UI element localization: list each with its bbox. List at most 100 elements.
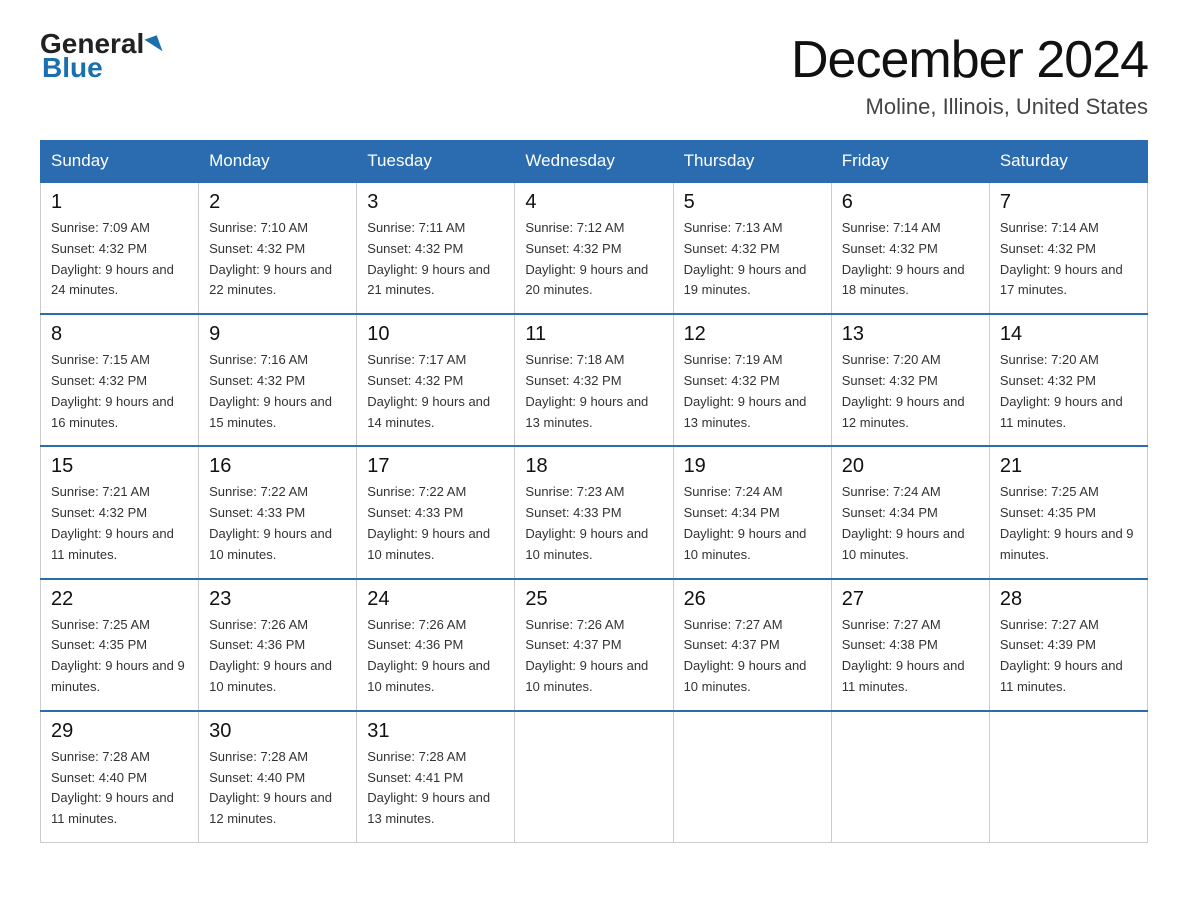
calendar-week-1: 1 Sunrise: 7:09 AMSunset: 4:32 PMDaylight… [41, 182, 1148, 314]
day-info: Sunrise: 7:25 AMSunset: 4:35 PMDaylight:… [1000, 482, 1137, 565]
day-info: Sunrise: 7:11 AMSunset: 4:32 PMDaylight:… [367, 218, 504, 301]
day-number: 8 [51, 323, 188, 346]
calendar-day-25: 25 Sunrise: 7:26 AMSunset: 4:37 PMDayligh… [515, 579, 673, 711]
empty-cell [989, 711, 1147, 843]
day-info: Sunrise: 7:27 AMSunset: 4:37 PMDaylight:… [684, 615, 821, 698]
calendar-week-2: 8 Sunrise: 7:15 AMSunset: 4:32 PMDaylight… [41, 314, 1148, 446]
calendar-day-11: 11Sunrise: 7:18 AMSunset: 4:32 PMDayligh… [515, 314, 673, 446]
calendar-table: SundayMondayTuesdayWednesdayThursdayFrid… [40, 140, 1148, 843]
calendar-day-10: 10 Sunrise: 7:17 AMSunset: 4:32 PMDayligh… [357, 314, 515, 446]
day-number: 1 [51, 191, 188, 214]
calendar-day-4: 4 Sunrise: 7:12 AMSunset: 4:32 PMDaylight… [515, 182, 673, 314]
day-number: 10 [367, 323, 504, 346]
calendar-week-3: 15 Sunrise: 7:21 AMSunset: 4:32 PMDayligh… [41, 446, 1148, 578]
weekday-header-thursday: Thursday [673, 141, 831, 183]
day-info: Sunrise: 7:21 AMSunset: 4:32 PMDaylight:… [51, 482, 188, 565]
calendar-day-26: 26 Sunrise: 7:27 AMSunset: 4:37 PMDayligh… [673, 579, 831, 711]
calendar-day-12: 12 Sunrise: 7:19 AMSunset: 4:32 PMDayligh… [673, 314, 831, 446]
day-info: Sunrise: 7:10 AMSunset: 4:32 PMDaylight:… [209, 218, 346, 301]
weekday-header-wednesday: Wednesday [515, 141, 673, 183]
day-info: Sunrise: 7:15 AMSunset: 4:32 PMDaylight:… [51, 350, 188, 433]
day-number: 7 [1000, 191, 1137, 214]
logo-arrow-icon [145, 35, 163, 55]
calendar-day-5: 5Sunrise: 7:13 AMSunset: 4:32 PMDaylight… [673, 182, 831, 314]
day-info: Sunrise: 7:23 AMSunset: 4:33 PMDaylight:… [525, 482, 662, 565]
day-number: 18 [525, 455, 662, 478]
day-info: Sunrise: 7:22 AMSunset: 4:33 PMDaylight:… [367, 482, 504, 565]
day-info: Sunrise: 7:26 AMSunset: 4:37 PMDaylight:… [525, 615, 662, 698]
day-info: Sunrise: 7:28 AMSunset: 4:40 PMDaylight:… [51, 747, 188, 830]
empty-cell [515, 711, 673, 843]
weekday-header-saturday: Saturday [989, 141, 1147, 183]
day-number: 23 [209, 588, 346, 611]
calendar-day-6: 6 Sunrise: 7:14 AMSunset: 4:32 PMDaylight… [831, 182, 989, 314]
day-info: Sunrise: 7:17 AMSunset: 4:32 PMDaylight:… [367, 350, 504, 433]
calendar-day-29: 29 Sunrise: 7:28 AMSunset: 4:40 PMDayligh… [41, 711, 199, 843]
logo-blue: Blue [42, 52, 103, 84]
calendar-day-21: 21 Sunrise: 7:25 AMSunset: 4:35 PMDayligh… [989, 446, 1147, 578]
day-info: Sunrise: 7:27 AMSunset: 4:38 PMDaylight:… [842, 615, 979, 698]
day-number: 24 [367, 588, 504, 611]
day-number: 3 [367, 191, 504, 214]
weekday-header-row: SundayMondayTuesdayWednesdayThursdayFrid… [41, 141, 1148, 183]
calendar-week-4: 22 Sunrise: 7:25 AMSunset: 4:35 PMDayligh… [41, 579, 1148, 711]
day-info: Sunrise: 7:20 AMSunset: 4:32 PMDaylight:… [842, 350, 979, 433]
day-info: Sunrise: 7:16 AMSunset: 4:32 PMDaylight:… [209, 350, 346, 433]
day-number: 21 [1000, 455, 1137, 478]
calendar-day-14: 14 Sunrise: 7:20 AMSunset: 4:32 PMDayligh… [989, 314, 1147, 446]
day-number: 2 [209, 191, 346, 214]
calendar-day-30: 30Sunrise: 7:28 AMSunset: 4:40 PMDayligh… [199, 711, 357, 843]
empty-cell [673, 711, 831, 843]
day-info: Sunrise: 7:26 AMSunset: 4:36 PMDaylight:… [367, 615, 504, 698]
logo: General Blue [40, 30, 160, 84]
calendar-day-7: 7 Sunrise: 7:14 AMSunset: 4:32 PMDaylight… [989, 182, 1147, 314]
day-info: Sunrise: 7:27 AMSunset: 4:39 PMDaylight:… [1000, 615, 1137, 698]
calendar-day-1: 1 Sunrise: 7:09 AMSunset: 4:32 PMDaylight… [41, 182, 199, 314]
day-number: 12 [684, 323, 821, 346]
calendar-day-13: 13 Sunrise: 7:20 AMSunset: 4:32 PMDayligh… [831, 314, 989, 446]
day-number: 14 [1000, 323, 1137, 346]
day-number: 17 [367, 455, 504, 478]
day-number: 20 [842, 455, 979, 478]
calendar-day-8: 8 Sunrise: 7:15 AMSunset: 4:32 PMDaylight… [41, 314, 199, 446]
calendar-subtitle: Moline, Illinois, United States [791, 94, 1148, 120]
day-info: Sunrise: 7:13 AMSunset: 4:32 PMDaylight:… [684, 218, 821, 301]
calendar-day-18: 18 Sunrise: 7:23 AMSunset: 4:33 PMDayligh… [515, 446, 673, 578]
day-info: Sunrise: 7:12 AMSunset: 4:32 PMDaylight:… [525, 218, 662, 301]
day-number: 29 [51, 720, 188, 743]
weekday-header-friday: Friday [831, 141, 989, 183]
empty-cell [831, 711, 989, 843]
day-number: 16 [209, 455, 346, 478]
day-info: Sunrise: 7:14 AMSunset: 4:32 PMDaylight:… [1000, 218, 1137, 301]
day-number: 27 [842, 588, 979, 611]
day-number: 13 [842, 323, 979, 346]
calendar-day-2: 2 Sunrise: 7:10 AMSunset: 4:32 PMDaylight… [199, 182, 357, 314]
day-info: Sunrise: 7:19 AMSunset: 4:32 PMDaylight:… [684, 350, 821, 433]
calendar-day-3: 3 Sunrise: 7:11 AMSunset: 4:32 PMDaylight… [357, 182, 515, 314]
day-number: 4 [525, 191, 662, 214]
day-info: Sunrise: 7:20 AMSunset: 4:32 PMDaylight:… [1000, 350, 1137, 433]
calendar-day-20: 20 Sunrise: 7:24 AMSunset: 4:34 PMDayligh… [831, 446, 989, 578]
calendar-day-31: 31Sunrise: 7:28 AMSunset: 4:41 PMDayligh… [357, 711, 515, 843]
day-info: Sunrise: 7:14 AMSunset: 4:32 PMDaylight:… [842, 218, 979, 301]
day-number: 26 [684, 588, 821, 611]
day-number: 28 [1000, 588, 1137, 611]
calendar-title: December 2024 [791, 30, 1148, 90]
calendar-day-19: 19Sunrise: 7:24 AMSunset: 4:34 PMDayligh… [673, 446, 831, 578]
calendar-day-9: 9Sunrise: 7:16 AMSunset: 4:32 PMDaylight… [199, 314, 357, 446]
day-info: Sunrise: 7:25 AMSunset: 4:35 PMDaylight:… [51, 615, 188, 698]
calendar-day-28: 28 Sunrise: 7:27 AMSunset: 4:39 PMDayligh… [989, 579, 1147, 711]
day-info: Sunrise: 7:24 AMSunset: 4:34 PMDaylight:… [684, 482, 821, 565]
weekday-header-sunday: Sunday [41, 141, 199, 183]
day-number: 6 [842, 191, 979, 214]
day-info: Sunrise: 7:24 AMSunset: 4:34 PMDaylight:… [842, 482, 979, 565]
day-info: Sunrise: 7:09 AMSunset: 4:32 PMDaylight:… [51, 218, 188, 301]
day-number: 22 [51, 588, 188, 611]
calendar-day-22: 22 Sunrise: 7:25 AMSunset: 4:35 PMDayligh… [41, 579, 199, 711]
day-number: 15 [51, 455, 188, 478]
calendar-day-24: 24 Sunrise: 7:26 AMSunset: 4:36 PMDayligh… [357, 579, 515, 711]
day-number: 25 [525, 588, 662, 611]
calendar-day-15: 15 Sunrise: 7:21 AMSunset: 4:32 PMDayligh… [41, 446, 199, 578]
day-info: Sunrise: 7:28 AMSunset: 4:40 PMDaylight:… [209, 747, 346, 830]
day-info: Sunrise: 7:28 AMSunset: 4:41 PMDaylight:… [367, 747, 504, 830]
